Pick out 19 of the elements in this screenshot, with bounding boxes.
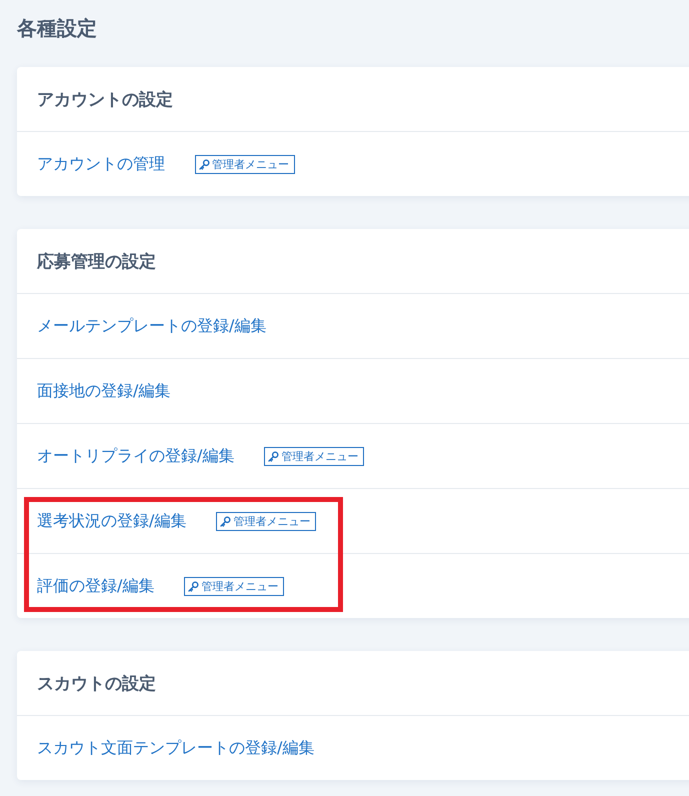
page-title: 各種設定 [17, 15, 97, 42]
key-icon [188, 580, 200, 592]
settings-link[interactable]: 選考状況の登録/編集 [37, 510, 186, 532]
settings-link[interactable]: アカウントの管理 [37, 154, 165, 174]
key-icon [220, 516, 232, 526]
section-title: アカウントの設定 [37, 88, 173, 110]
badge-label: 管理者メニュー [233, 514, 310, 528]
section-title: スカウトの設定 [37, 672, 156, 694]
badge-label: 管理者メニュー [212, 156, 289, 172]
settings-link[interactable]: オートリプライの登録/編集 [37, 446, 234, 466]
settings-link[interactable]: 評価の登録/編集 [37, 576, 154, 596]
section-title: 応募管理の設定 [37, 250, 156, 272]
settings-link[interactable]: 面接地の登録/編集 [37, 380, 170, 402]
key-icon [199, 158, 210, 170]
settings-link[interactable]: スカウト文面テンプレートの登録/編集 [37, 738, 314, 758]
key-icon [268, 450, 280, 462]
badge-label: 管理者メニュー [281, 448, 358, 464]
badge-label: 管理者メニュー [201, 578, 278, 594]
settings-link[interactable]: メールテンプレートの登録/編集 [37, 316, 266, 336]
